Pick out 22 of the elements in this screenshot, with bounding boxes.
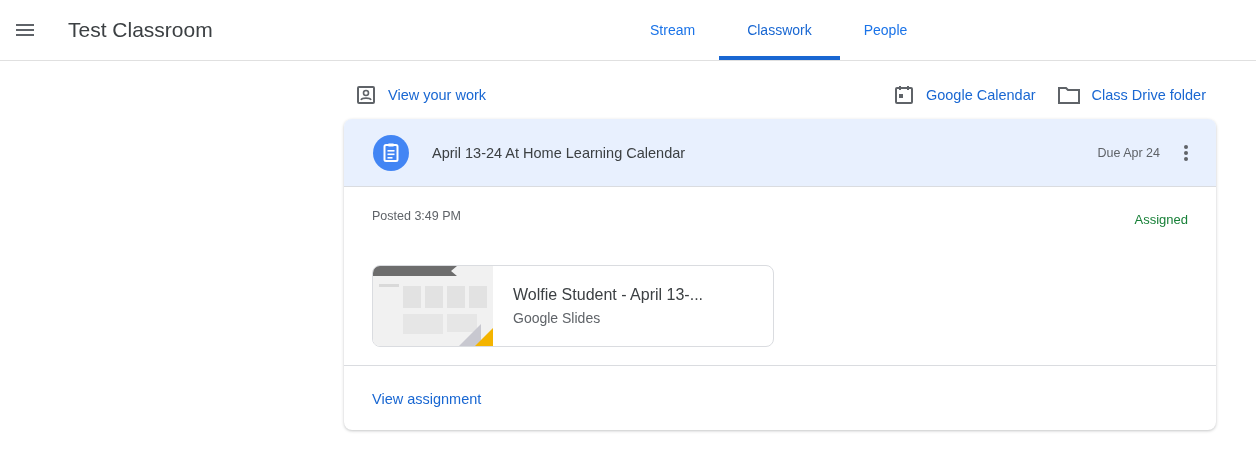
calendar-icon	[893, 85, 914, 105]
tab[interactable]: Classwork	[719, 0, 840, 60]
attachment-title: Wolfie Student - April 13-...	[513, 286, 703, 304]
view-assignment-link[interactable]: View assignment	[372, 391, 482, 407]
class-title: Test Classroom	[68, 18, 213, 42]
person-badge-icon	[356, 85, 376, 105]
folder-icon	[1057, 86, 1080, 104]
attachment-card[interactable]: Wolfie Student - April 13-... Google Slides	[372, 265, 774, 347]
tab[interactable]: People	[839, 0, 932, 60]
assignment-header[interactable]: April 13-24 At Home Learning Calendar Due Apr 24	[344, 119, 1216, 187]
status-label: Assigned	[1134, 212, 1188, 227]
attachment-type: Google Slides	[513, 310, 602, 326]
menu-icon[interactable]	[16, 24, 34, 36]
assignment-title: April 13-24 At Home Learning Calendar	[432, 144, 687, 161]
view-work-link[interactable]: View your work	[356, 85, 487, 105]
more-options-icon[interactable]	[1184, 144, 1188, 161]
due-date: Due Apr 24	[1097, 145, 1160, 160]
drive-folder-link[interactable]: Class Drive folder	[1057, 85, 1206, 105]
tab[interactable]: Stream	[626, 0, 720, 60]
posted-time: Posted 3:49 PM	[372, 209, 461, 225]
calendar-link[interactable]: Google Calendar	[893, 85, 1036, 105]
assignment-icon	[373, 134, 409, 171]
